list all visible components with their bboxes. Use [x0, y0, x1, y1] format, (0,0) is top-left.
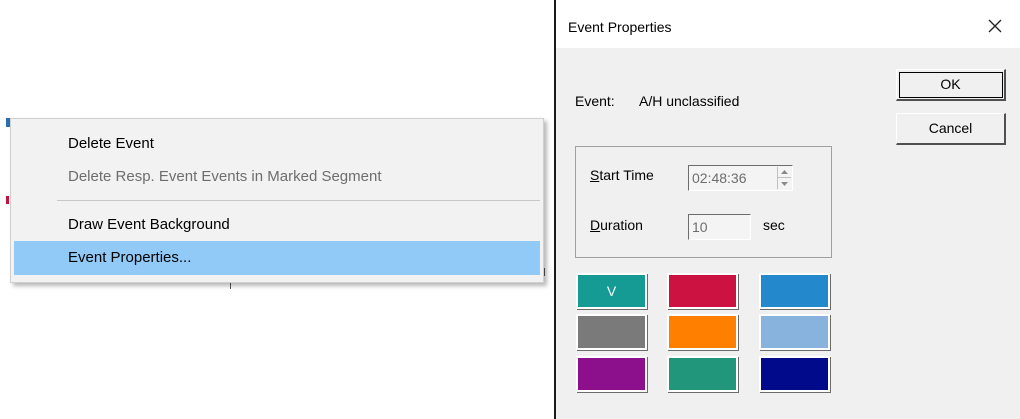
start-time-label-text: tart Time: [599, 167, 654, 183]
cancel-button[interactable]: Cancel: [896, 113, 1006, 145]
menu-item-label: Event Properties...: [68, 249, 192, 266]
timing-group: Start Time 02:48:36 Duration 10 sec: [575, 146, 832, 258]
menu-separator: [57, 200, 540, 201]
close-icon: [988, 19, 1002, 33]
menu-item-label: Delete Resp. Event Events in Marked Segm…: [68, 168, 382, 185]
event-properties-dialog: Event Properties Event: A/H unclassified…: [554, 0, 1020, 419]
color-swatch-gray[interactable]: [576, 314, 647, 350]
color-swatch-teal[interactable]: V: [576, 273, 647, 309]
close-button[interactable]: [978, 9, 1012, 43]
event-label: Event:: [575, 93, 615, 109]
ok-button[interactable]: OK: [896, 69, 1006, 101]
start-time-spinner[interactable]: 02:48:36: [688, 165, 793, 191]
duration-unit: sec: [763, 217, 785, 233]
duration-value: 10: [692, 219, 708, 235]
duration-mnemonic: D: [590, 217, 601, 233]
color-swatch-blue[interactable]: [759, 273, 830, 309]
start-time-value: 02:48:36: [692, 170, 747, 186]
context-menu: Delete Event Delete Resp. Event Events i…: [10, 118, 544, 283]
duration-label-text: uration: [600, 217, 643, 233]
menu-item-delete-resp-events: Delete Resp. Event Events in Marked Segm…: [14, 160, 540, 194]
spin-up-button[interactable]: [778, 167, 791, 178]
cancel-button-label: Cancel: [928, 120, 973, 136]
chevron-up-icon: [781, 170, 788, 174]
chevron-down-icon: [781, 181, 788, 186]
background-tick: [544, 268, 545, 276]
menu-item-delete-event[interactable]: Delete Event: [14, 127, 540, 161]
ok-button-label: OK: [940, 76, 961, 92]
title-bar: Event Properties: [556, 0, 1020, 48]
color-swatch-orange[interactable]: [667, 314, 738, 350]
spin-down-button[interactable]: [778, 178, 791, 189]
color-swatch-crimson[interactable]: [667, 273, 738, 309]
spin-buttons: [777, 167, 791, 189]
color-swatch-sea-green[interactable]: [667, 356, 738, 392]
color-swatch-purple[interactable]: [576, 356, 647, 392]
dialog-title: Event Properties: [568, 19, 672, 35]
start-time-label: Start Time: [590, 167, 654, 183]
duration-input[interactable]: 10: [688, 214, 751, 240]
color-swatch-navy[interactable]: [759, 356, 830, 392]
menu-item-label: Draw Event Background: [68, 216, 230, 233]
menu-item-label: Delete Event: [68, 135, 154, 152]
color-swatch-light-blue[interactable]: [759, 314, 830, 350]
start-time-mnemonic: S: [590, 167, 600, 183]
menu-item-draw-event-background[interactable]: Draw Event Background: [14, 208, 540, 242]
duration-label: Duration: [590, 217, 643, 233]
menu-item-event-properties[interactable]: Event Properties...: [14, 241, 540, 275]
background-mark: [6, 196, 9, 204]
event-value: A/H unclassified: [639, 93, 740, 109]
